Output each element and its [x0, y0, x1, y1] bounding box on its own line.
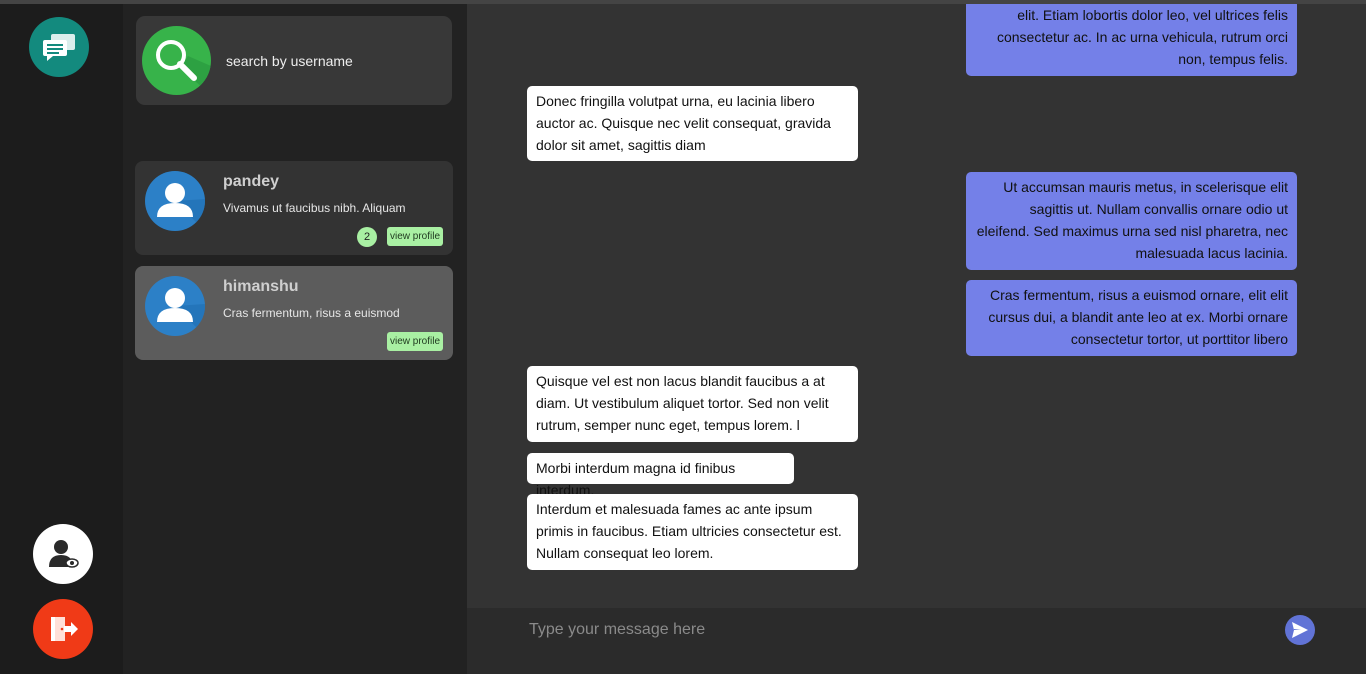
view-profile-link[interactable]: view profile [387, 332, 443, 351]
search-input[interactable] [224, 49, 448, 73]
view-profile-link[interactable]: view profile [387, 227, 443, 246]
send-icon [1292, 622, 1308, 638]
message-input[interactable] [527, 618, 1231, 642]
contact-name: pandey [223, 173, 280, 190]
outgoing-message: Ut accumsan mauris metus, in scelerisque… [966, 172, 1297, 270]
contact-name: himanshu [223, 278, 299, 295]
send-button[interactable] [1285, 615, 1315, 645]
incoming-message: Donec fringilla volutpat urna, eu lacini… [527, 86, 858, 161]
logout-button[interactable] [33, 599, 93, 659]
view-profile-button[interactable] [33, 524, 93, 584]
outgoing-message: elit. Etiam lobortis dolor leo, vel ultr… [966, 4, 1297, 76]
incoming-message: Interdum et malesuada fames ac ante ipsu… [527, 494, 858, 570]
contact-item-himanshu[interactable]: himanshu Cras fermentum, risus a euismod… [135, 266, 453, 360]
chat-bubbles-icon [43, 34, 75, 61]
incoming-message: Morbi interdum magna id finibus interdum… [527, 453, 794, 498]
user-avatar-icon [157, 288, 205, 336]
incoming-message: Quisque vel est non lacus blandit faucib… [527, 366, 858, 442]
search-icon [156, 40, 211, 95]
chat-messages-area[interactable]: elit. Etiam lobortis dolor leo, vel ultr… [467, 4, 1366, 608]
outgoing-message: Cras fermentum, risus a euismod ornare, … [966, 280, 1297, 356]
chats-button[interactable] [29, 17, 89, 77]
search-box [136, 16, 452, 105]
avatar [145, 276, 205, 336]
unread-count-badge: 2 [357, 227, 377, 247]
avatar [145, 171, 205, 231]
contact-last-message: Vivamus ut faucibus nibh. Aliquam [223, 201, 406, 215]
contact-last-message: Cras fermentum, risus a euismod [223, 306, 400, 320]
left-rail [0, 4, 123, 674]
contacts-panel: pandey Vivamus ut faucibus nibh. Aliquam… [123, 4, 467, 674]
contact-item-pandey[interactable]: pandey Vivamus ut faucibus nibh. Aliquam… [135, 161, 453, 255]
search-button[interactable] [142, 26, 211, 95]
user-view-icon [49, 540, 79, 568]
user-avatar-icon [157, 183, 205, 231]
logout-door-icon [51, 617, 78, 641]
message-composer [467, 608, 1366, 674]
